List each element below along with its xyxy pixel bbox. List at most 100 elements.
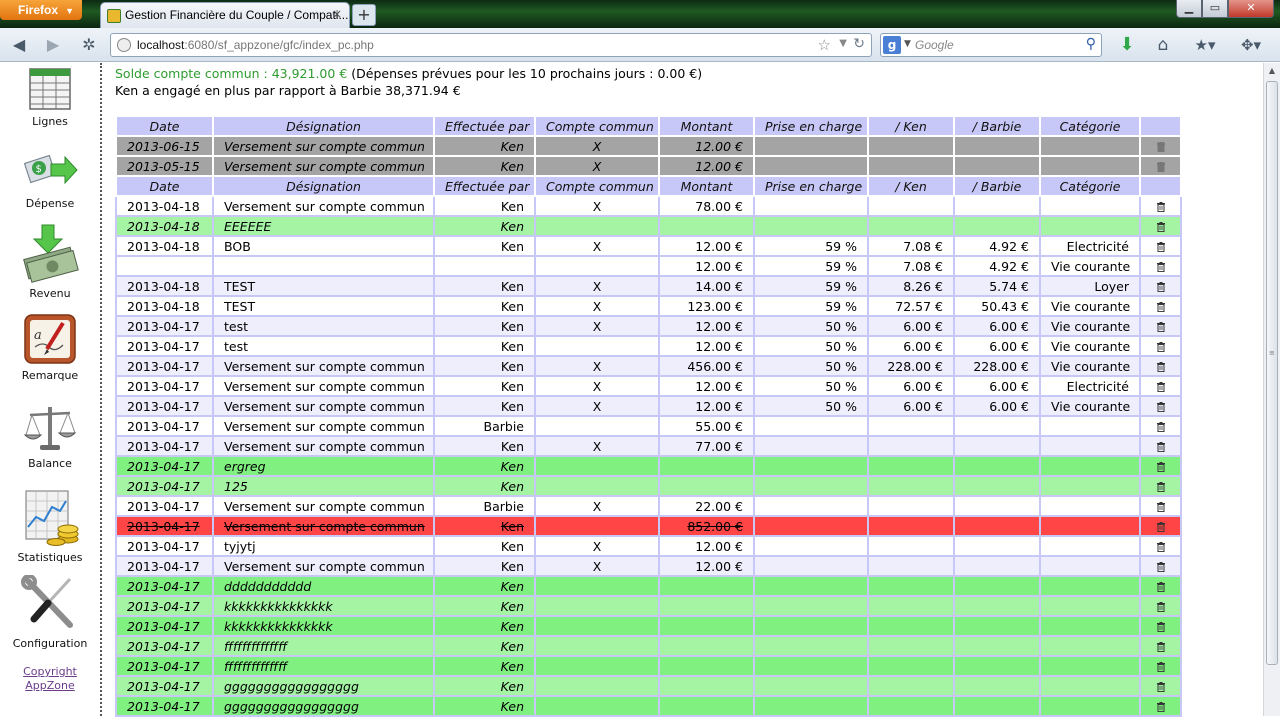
table-row[interactable]: 2013-04-17 ffffffffffffff Ken: [115, 635, 1182, 657]
trash-delete-icon[interactable]: [1156, 521, 1165, 532]
search-icon[interactable]: ⚲: [1086, 36, 1096, 52]
trash-delete-icon[interactable]: [1156, 321, 1165, 332]
trash-delete-icon[interactable]: [1156, 241, 1165, 252]
trash-delete-icon[interactable]: [1156, 401, 1165, 412]
bookmark-star-icon[interactable]: ☆: [818, 36, 831, 54]
scrollbar-thumb[interactable]: ≡: [1266, 81, 1278, 665]
window-maximize-button[interactable]: ▭: [1202, 0, 1228, 18]
column-header-compte-commun[interactable]: Compte commun: [534, 175, 660, 197]
addons-icon[interactable]: ✥▾: [1236, 35, 1266, 55]
table-row[interactable]: 2013-04-18 TEST Ken X 123.00 €59 % 72.57 €50.…: [115, 295, 1182, 317]
trash-delete-icon[interactable]: [1156, 481, 1165, 492]
column-header-date[interactable]: Date: [115, 175, 214, 197]
tab-close-icon[interactable]: ×: [329, 6, 345, 22]
url-history-dropdown-icon[interactable]: ▼: [839, 38, 847, 49]
column-header-part-ken[interactable]: / Ken: [867, 175, 955, 197]
trash-delete-icon[interactable]: [1156, 281, 1165, 292]
table-row[interactable]: 2013-04-17 Versement sur compte commun Ken…: [115, 355, 1182, 377]
table-row[interactable]: 2013-04-17 ggggggggggggggggg Ken: [115, 695, 1182, 717]
sidebar-item-depense[interactable]: $ Dépense: [0, 149, 100, 210]
back-arrow-icon[interactable]: ◀: [8, 35, 30, 55]
column-header-part-barbie[interactable]: / Barbie: [953, 175, 1041, 197]
table-row[interactable]: 2013-04-18 EEEEEE Ken: [115, 215, 1182, 237]
search-engine-dropdown-icon[interactable]: ▼: [904, 39, 911, 49]
google-engine-icon[interactable]: g: [883, 36, 901, 54]
trash-delete-icon[interactable]: [1156, 441, 1165, 452]
table-row[interactable]: 2013-04-17 test Ken X 12.00 €50 % 6.00 €6.00 …: [115, 315, 1182, 337]
table-row[interactable]: 2013-04-17 kkkkkkkkkkkkkkk Ken: [115, 615, 1182, 637]
trash-delete-icon[interactable]: [1156, 681, 1165, 692]
column-header-effectuee-par[interactable]: Effectuée par: [433, 115, 536, 137]
column-header-prise-en-charge[interactable]: Prise en charge: [753, 175, 869, 197]
table-row[interactable]: 2013-04-17 Versement sur compte commun Ken…: [115, 375, 1182, 397]
table-row[interactable]: 2013-04-17 Versement sur compte commun Ken…: [115, 555, 1182, 577]
table-row[interactable]: 2013-04-17 Versement sur compte commun Bar…: [115, 495, 1182, 517]
table-row[interactable]: 2013-04-17 125 Ken: [115, 475, 1182, 497]
table-row[interactable]: 2013-04-17 tyjytj Ken X 12.00 €: [115, 535, 1182, 557]
trash-delete-icon[interactable]: [1156, 201, 1165, 212]
trash-delete-icon[interactable]: [1156, 621, 1165, 632]
home-icon[interactable]: ⌂: [1152, 35, 1174, 55]
sidebar-item-revenu[interactable]: Revenu: [0, 223, 100, 300]
planned-table-row[interactable]: 2013-06-15 Versement sur compte commun Ken…: [115, 135, 1182, 157]
trash-delete-icon[interactable]: [1156, 641, 1165, 652]
trash-delete-icon[interactable]: [1156, 661, 1165, 672]
table-row[interactable]: 2013-04-17 ggggggggggggggggg Ken: [115, 675, 1182, 697]
column-header-part-ken[interactable]: / Ken: [867, 115, 955, 137]
column-header-part-barbie[interactable]: / Barbie: [953, 115, 1041, 137]
column-header-designation[interactable]: Désignation: [212, 175, 435, 197]
table-row[interactable]: 2013-04-17 kkkkkkkkkkkkkkk Ken: [115, 595, 1182, 617]
trash-delete-icon[interactable]: [1156, 381, 1165, 392]
table-row[interactable]: 2013-04-17 Versement sur compte commun Ken…: [115, 515, 1182, 537]
column-header-prise-en-charge[interactable]: Prise en charge: [753, 115, 869, 137]
trash-delete-icon[interactable]: [1156, 421, 1165, 432]
reload-icon[interactable]: ↻: [853, 36, 865, 52]
trash-delete-icon[interactable]: [1156, 261, 1165, 272]
table-row[interactable]: 2013-04-17 ffffffffffffff Ken: [115, 655, 1182, 677]
address-bar[interactable]: localhost:6080/sf_appzone/gfc/index_pc.p…: [110, 33, 872, 57]
trash-delete-icon[interactable]: [1156, 541, 1165, 552]
new-tab-button[interactable]: +: [352, 4, 376, 26]
table-row[interactable]: 12.00 €59 % 7.08 €4.92 € Vie courante: [115, 255, 1182, 277]
sidebar-item-remarque[interactable]: a Remarque: [0, 313, 100, 382]
table-row[interactable]: 2013-04-17 Versement sur compte commun Ken…: [115, 435, 1182, 457]
browser-tab[interactable]: Gestion Financière du Couple / Compati..…: [100, 2, 350, 28]
trash-delete-icon[interactable]: [1156, 561, 1165, 572]
column-header-effectuee-par[interactable]: Effectuée par: [433, 175, 536, 197]
trash-delete-icon[interactable]: [1156, 141, 1165, 152]
trash-delete-icon[interactable]: [1156, 581, 1165, 592]
identity-icon[interactable]: ✲: [78, 35, 100, 55]
site-identity-icon[interactable]: [117, 38, 131, 52]
scroll-up-arrow-icon[interactable]: ▲: [1264, 63, 1280, 79]
bookmarks-menu-icon[interactable]: ★▾: [1188, 35, 1222, 55]
window-close-button[interactable]: ✕: [1228, 0, 1274, 18]
trash-delete-icon[interactable]: [1156, 301, 1165, 312]
firefox-menu-button[interactable]: Firefox ▼: [0, 0, 82, 20]
copyright-link[interactable]: Copyright AppZone: [0, 665, 100, 693]
table-row[interactable]: 2013-04-17 Versement sur compte commun Bar…: [115, 415, 1182, 437]
trash-delete-icon[interactable]: [1156, 601, 1165, 612]
table-row[interactable]: 2013-04-17 Versement sur compte commun Ken…: [115, 395, 1182, 417]
column-header-categorie[interactable]: Catégorie: [1039, 115, 1141, 137]
column-header-compte-commun[interactable]: Compte commun: [534, 115, 660, 137]
forward-arrow-icon[interactable]: ▶: [42, 35, 64, 55]
table-row[interactable]: 2013-04-18 Versement sur compte commun Ken…: [115, 195, 1182, 217]
sidebar-item-statistiques[interactable]: Statistiques: [0, 489, 100, 564]
column-header-date[interactable]: Date: [115, 115, 214, 137]
trash-delete-icon[interactable]: [1156, 701, 1165, 712]
trash-delete-icon[interactable]: [1156, 361, 1165, 372]
table-row[interactable]: 2013-04-18 TEST Ken X 14.00 €59 % 8.26 €5.74 …: [115, 275, 1182, 297]
table-row[interactable]: 2013-04-17 test Ken 12.00 €50 % 6.00 €6.00 €…: [115, 335, 1182, 357]
search-bar[interactable]: g ▼ Google ⚲: [880, 33, 1102, 57]
column-header-montant[interactable]: Montant: [658, 175, 755, 197]
column-header-designation[interactable]: Désignation: [212, 115, 435, 137]
sidebar-item-balance[interactable]: Balance: [0, 405, 100, 470]
url-text[interactable]: localhost:6080/sf_appzone/gfc/index_pc.p…: [137, 38, 374, 52]
sidebar-item-lignes[interactable]: Lignes: [0, 67, 100, 128]
download-arrow-icon[interactable]: ⬇: [1116, 35, 1138, 55]
trash-delete-icon[interactable]: [1156, 461, 1165, 472]
trash-delete-icon[interactable]: [1156, 221, 1165, 232]
sidebar-item-configuration[interactable]: Configuration: [0, 575, 100, 650]
window-minimize-button[interactable]: ▁: [1176, 0, 1202, 18]
table-row[interactable]: 2013-04-17 ddddddddddd Ken: [115, 575, 1182, 597]
